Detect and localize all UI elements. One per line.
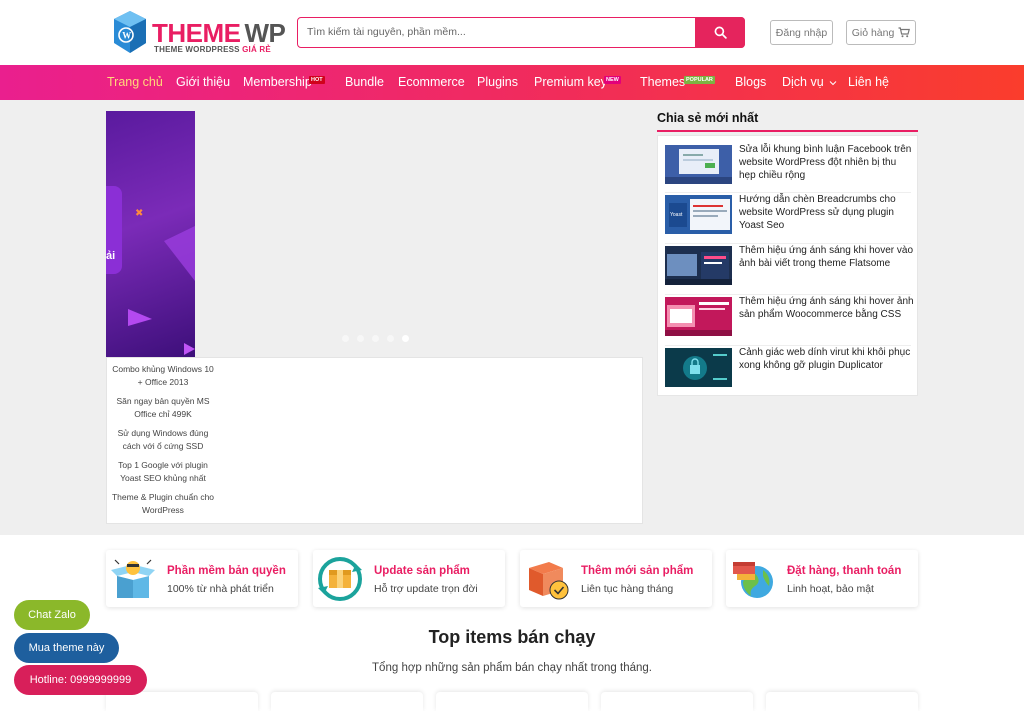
slider-thumb[interactable]: Combo khủng Windows 10 + Office 2013 <box>109 363 217 389</box>
hotline-button[interactable]: Hotline: 0999999999 <box>14 665 147 695</box>
feature-subtitle: 100% từ nhà phát triển <box>167 583 274 595</box>
slider-dot-active[interactable] <box>402 335 409 342</box>
popular-badge: POPULAR <box>684 76 715 84</box>
latest-posts-widget: Chia sẻ mới nhất Sửa lỗi khung bình luận… <box>657 111 918 396</box>
chat-zalo-button[interactable]: Chat Zalo <box>14 600 90 630</box>
svg-text:Yoast: Yoast <box>670 212 683 218</box>
widget-title: Chia sẻ mới nhất <box>657 111 918 132</box>
slide-graphic: ✖ ải <box>106 186 195 355</box>
slider-dot[interactable] <box>357 335 364 342</box>
nav-item-services[interactable]: Dịch vụ <box>782 65 837 100</box>
new-badge: NEW <box>604 76 621 84</box>
slider-dot[interactable] <box>387 335 394 342</box>
svg-text:W: W <box>122 31 131 41</box>
product-card[interactable] <box>766 692 918 711</box>
nav-item-premium-key[interactable]: Premium key <box>534 65 607 100</box>
feature-card: Đặt hàng, thanh toán Linh hoạt, bảo mật <box>726 550 918 607</box>
slider-thumb[interactable]: Top 1 Google với plugin Yoast SEO khủng … <box>109 459 217 485</box>
chevron-down-icon <box>829 80 837 85</box>
hero-section: ✖ ải Combo khủng Windows 10 + Office 201… <box>0 100 1024 535</box>
post-thumbnail[interactable]: Yoast <box>665 195 732 234</box>
feature-title: Phần mềm bản quyền <box>167 565 286 577</box>
section-title: Top items bán chạy <box>428 627 596 647</box>
site-header: W THEMEWP THEME WORDPRESS GIÁ RẺ Đăng nh… <box>0 0 1024 65</box>
globe-shipping-icon <box>733 562 773 598</box>
feature-card: Update sản phẩm Hỗ trợ update trọn đời <box>313 550 505 607</box>
search-input[interactable] <box>298 18 694 46</box>
post-title[interactable]: Sửa lỗi khung bình luận Facebook trên we… <box>739 143 914 182</box>
slide-image[interactable]: ✖ ải <box>106 111 195 357</box>
search-bar <box>297 16 745 48</box>
post-thumbnail[interactable] <box>665 246 732 285</box>
product-card[interactable] <box>271 692 423 711</box>
feature-subtitle: Hỗ trợ update trọn đời <box>374 583 478 595</box>
feature-card: Thêm mới sản phẩm Liên tục hàng tháng <box>520 550 712 607</box>
search-icon <box>714 26 727 39</box>
feature-title: Update sản phẩm <box>374 565 470 577</box>
slider-dot[interactable] <box>342 335 349 342</box>
login-label: Đăng nhập <box>775 26 828 39</box>
nav-item-plugins[interactable]: Plugins <box>477 65 518 100</box>
feature-title: Thêm mới sản phẩm <box>581 565 694 577</box>
nav-item-blogs[interactable]: Blogs <box>735 65 766 100</box>
box-icon <box>111 559 155 598</box>
login-button[interactable]: Đăng nhập <box>770 20 833 45</box>
post-title[interactable]: Thêm hiệu ứng ánh sáng khi hover ảnh sản… <box>739 295 914 321</box>
product-card[interactable] <box>601 692 753 711</box>
search-button[interactable] <box>695 16 745 48</box>
feature-subtitle: Linh hoạt, bảo mật <box>787 583 874 595</box>
post-thumbnail[interactable] <box>665 297 732 336</box>
cart-button[interactable]: Giỏ hàng <box>846 20 916 45</box>
nav-item-ecommerce[interactable]: Ecommerce <box>398 65 465 100</box>
new-box-icon <box>529 562 569 600</box>
banner-slider[interactable]: ✖ ải <box>106 111 643 357</box>
slider-dot[interactable] <box>372 335 379 342</box>
update-box-icon <box>318 557 362 601</box>
slider-thumb[interactable]: Sử dụng Windows đúng cách với ổ cứng SSD <box>109 427 217 453</box>
post-thumbnail[interactable] <box>665 348 732 387</box>
svg-text:ải: ải <box>106 250 115 262</box>
slider-thumb[interactable]: Săn ngay bản quyền MS Office chỉ 499K <box>109 395 217 421</box>
nav-item-contact[interactable]: Liên hệ <box>848 65 889 100</box>
nav-item-themes[interactable]: Themes <box>640 65 685 100</box>
nav-item-membership[interactable]: Membership <box>243 65 312 100</box>
logo-cube-icon: W <box>114 11 146 53</box>
cart-label: Giỏ hàng <box>851 26 895 39</box>
slider-thumb[interactable]: Theme & Plugin chuẩn cho WordPress <box>109 491 217 517</box>
product-card[interactable] <box>436 692 588 711</box>
logo-tagline: THEME WORDPRESS GIÁ RẺ <box>154 45 271 54</box>
section-subtitle: Tổng hợp những sản phẩm bán chạy nhất tr… <box>372 662 652 674</box>
site-logo[interactable]: W THEME WP THEME WORDPRESS GIÁ RẺ <box>112 9 286 57</box>
nav-item-about[interactable]: Giới thiệu <box>176 65 230 100</box>
main-nav: Trang chủ Giới thiệu Membership HOT Bund… <box>0 65 1024 100</box>
feature-subtitle: Liên tục hàng tháng <box>581 583 674 595</box>
post-thumbnail[interactable] <box>665 145 732 184</box>
post-title[interactable]: Thêm hiệu ứng ánh sáng khi hover vào ảnh… <box>739 244 914 270</box>
feature-title: Đặt hàng, thanh toán <box>787 565 902 577</box>
post-title[interactable]: Cảnh giác web dính virut khi khôi phục x… <box>739 346 914 372</box>
slider-dots <box>342 335 409 342</box>
nav-item-bundle[interactable]: Bundle <box>345 65 384 100</box>
post-list: Sửa lỗi khung bình luận Facebook trên we… <box>657 135 918 396</box>
post-title[interactable]: Hướng dẫn chèn Breadcrumbs cho website W… <box>739 193 914 232</box>
nav-item-home[interactable]: Trang chủ <box>107 65 163 100</box>
hot-badge: HOT <box>309 76 325 84</box>
feature-card: Phần mềm bản quyền 100% từ nhà phát triể… <box>106 550 298 607</box>
svg-text:✖: ✖ <box>135 208 143 219</box>
cart-icon <box>898 27 911 38</box>
slider-thumbnails: Combo khủng Windows 10 + Office 2013 Săn… <box>106 357 643 524</box>
buy-theme-button[interactable]: Mua theme này <box>14 633 119 663</box>
